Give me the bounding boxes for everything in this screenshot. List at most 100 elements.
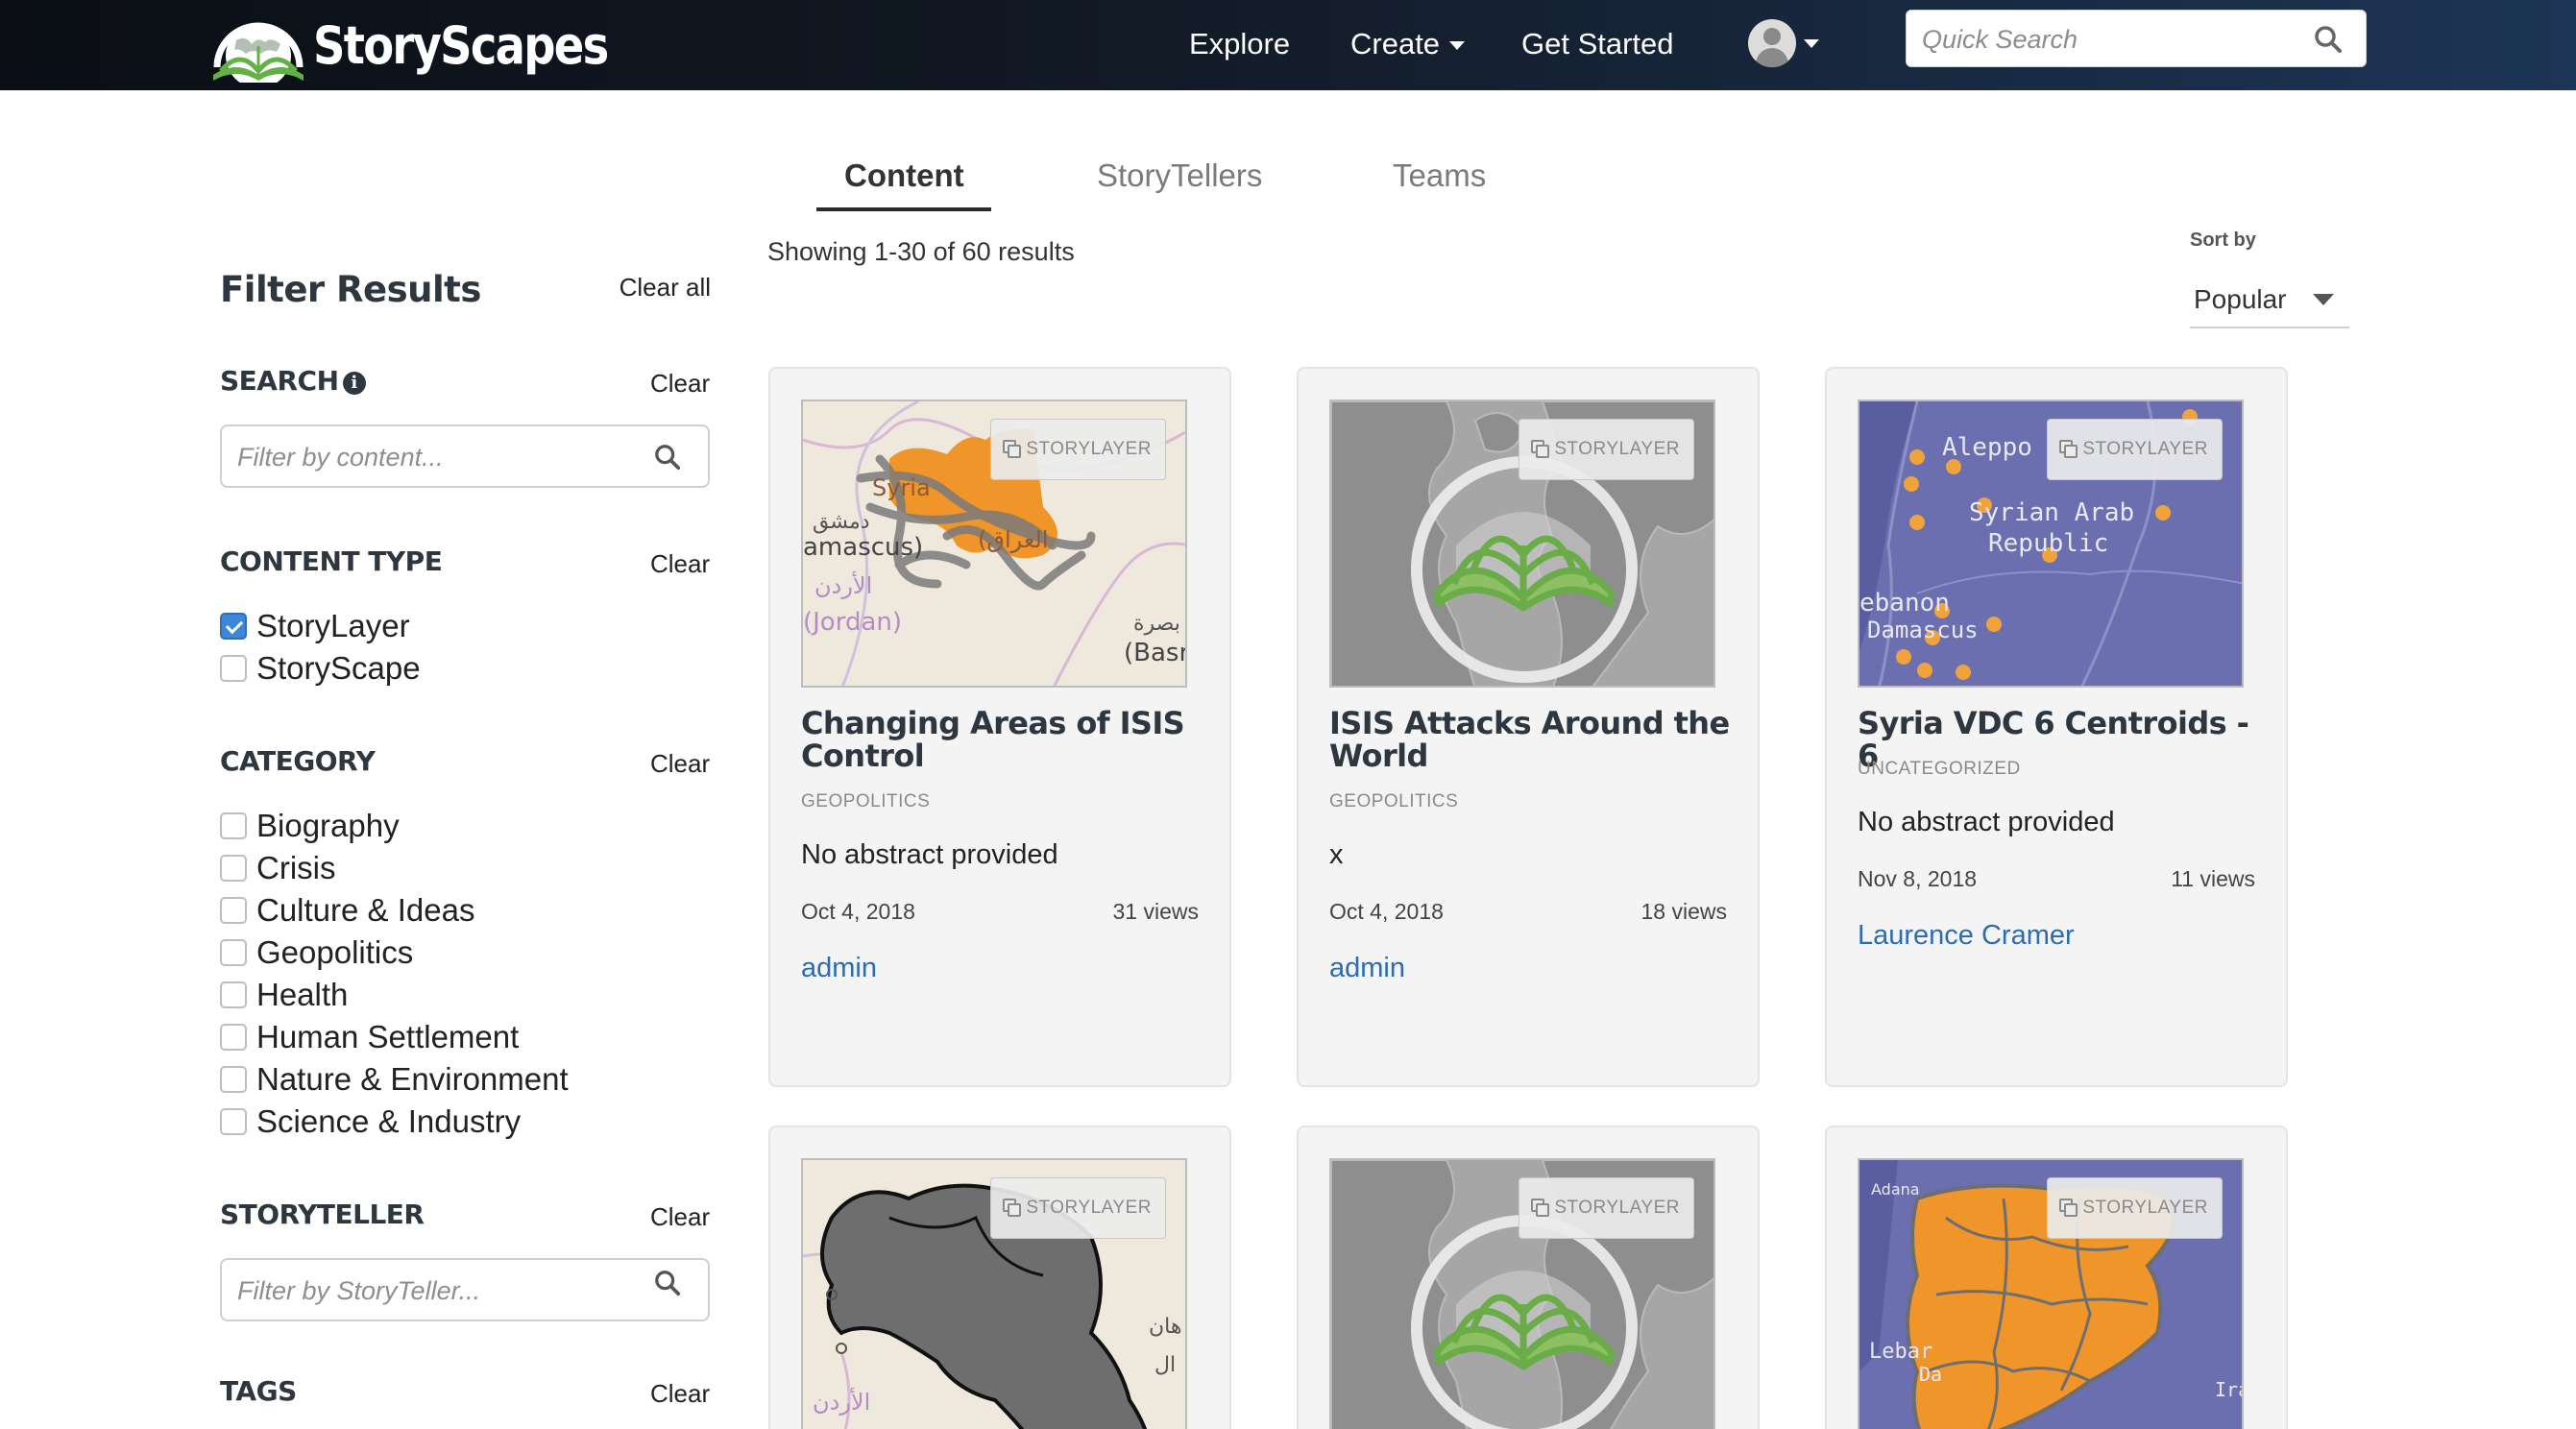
content-card[interactable]: Adana Lebar Da Ira STORYLAYER	[1825, 1126, 2288, 1429]
card-author-link[interactable]: Laurence Cramer	[1858, 920, 2075, 952]
clear-tags-button[interactable]: Clear	[650, 1379, 710, 1409]
storylayer-badge: STORYLAYER	[1519, 419, 1694, 480]
content-card[interactable]: Syria دمشق amascus) (العراق الأردن (Jord…	[768, 367, 1231, 1087]
card-thumbnail[interactable]: الأردن هان ال STORYLAYER	[801, 1158, 1187, 1429]
brand[interactable]: StoryScapes	[207, 6, 655, 85]
card-author-link[interactable]: admin	[1329, 953, 1405, 984]
checkbox-label: Science & Industry	[256, 1103, 522, 1139]
map-label: ebanon	[1859, 589, 1950, 618]
card-category: GEOPOLITICS	[1329, 791, 1459, 811]
storyteller-heading: STORYTELLER	[220, 1199, 425, 1230]
category-science-industry[interactable]: Science & Industry	[220, 1102, 521, 1141]
map-label: Ira	[2215, 1378, 2244, 1401]
badge-label: STORYLAYER	[1026, 439, 1152, 459]
search-heading-label: SEARCH	[220, 365, 339, 397]
checkbox[interactable]	[220, 1066, 247, 1093]
tab-storytellers[interactable]: StoryTellers	[1097, 157, 1262, 194]
clear-storyteller-button[interactable]: Clear	[650, 1202, 710, 1232]
checkbox[interactable]	[220, 855, 247, 882]
content-card[interactable]: Aleppo Syrian Arab Republic ebanon Damas…	[1825, 367, 2288, 1087]
tab-teams[interactable]: Teams	[1393, 157, 1486, 194]
checkbox[interactable]	[220, 812, 247, 839]
checkbox[interactable]	[220, 897, 247, 924]
card-thumbnail[interactable]: Aleppo Syrian Arab Republic ebanon Damas…	[1858, 400, 2244, 688]
map-label: Lebar	[1869, 1340, 1932, 1364]
card-thumbnail[interactable]: Adana Lebar Da Ira STORYLAYER	[1858, 1158, 2244, 1429]
layers-icon	[1003, 1199, 1022, 1218]
checkbox[interactable]	[220, 655, 247, 682]
card-abstract: x	[1329, 839, 1344, 870]
nav-get-started-link[interactable]: Get Started	[1521, 25, 1674, 63]
user-menu[interactable]	[1748, 19, 1819, 67]
card-views: 18 views	[1640, 899, 1727, 924]
search-icon[interactable]	[654, 1270, 681, 1296]
storyteller-filter-input[interactable]	[237, 1272, 631, 1310]
storylayer-badge: STORYLAYER	[2047, 419, 2223, 480]
category-nature-environment[interactable]: Nature & Environment	[220, 1060, 569, 1099]
storylayer-badge: STORYLAYER	[990, 419, 1166, 480]
storyscapes-logo-icon	[213, 22, 304, 83]
category-crisis[interactable]: Crisis	[220, 849, 335, 887]
search-icon[interactable]	[2314, 25, 2343, 54]
card-author-link[interactable]: admin	[801, 953, 877, 984]
content-card[interactable]: STORYLAYER	[1297, 1126, 1760, 1429]
checkbox[interactable]	[220, 1024, 247, 1051]
content-card[interactable]: الأردن هان ال STORYLAYER	[768, 1126, 1231, 1429]
checkbox[interactable]	[220, 981, 247, 1008]
quick-search-input[interactable]	[1922, 20, 2297, 59]
card-title-line: World	[1329, 738, 1428, 774]
checkbox-label: Geopolitics	[256, 934, 414, 970]
card-thumbnail[interactable]: STORYLAYER	[1329, 1158, 1715, 1429]
badge-label: STORYLAYER	[1554, 1198, 1680, 1218]
content-card[interactable]: STORYLAYER ISIS Attacks Around the World …	[1297, 367, 1760, 1087]
badge-label: STORYLAYER	[1026, 1198, 1152, 1218]
layers-icon	[1531, 440, 1550, 459]
map-label: amascus)	[803, 533, 923, 562]
category-geopolitics[interactable]: Geopolitics	[220, 933, 413, 972]
card-thumbnail[interactable]: STORYLAYER	[1329, 400, 1715, 688]
card-thumbnail[interactable]: Syria دمشق amascus) (العراق الأردن (Jord…	[801, 400, 1187, 688]
map-label: (Jordan)	[803, 608, 902, 637]
category-culture-ideas[interactable]: Culture & Ideas	[220, 891, 474, 930]
clear-category-button[interactable]: Clear	[650, 749, 710, 779]
nav-explore-link[interactable]: Explore	[1189, 25, 1290, 63]
storylayer-badge: STORYLAYER	[1519, 1177, 1694, 1239]
badge-label: STORYLAYER	[1554, 439, 1680, 459]
avatar	[1748, 19, 1796, 67]
category-heading: CATEGORY	[220, 745, 376, 777]
card-title-line: Changing Areas of ISIS	[801, 705, 1185, 741]
checkbox[interactable]	[220, 939, 247, 966]
content-type-storyscape[interactable]: StoryScape	[220, 649, 421, 688]
card-abstract: No abstract provided	[1858, 807, 2115, 837]
tab-content[interactable]: Content	[844, 157, 964, 194]
content-filter-input[interactable]	[237, 438, 631, 476]
clear-all-button[interactable]: Clear all	[619, 273, 711, 303]
clear-search-button[interactable]: Clear	[650, 369, 710, 399]
layers-icon	[1003, 440, 1022, 459]
checkbox-checked[interactable]	[220, 613, 247, 640]
checkbox-label: StoryScape	[256, 650, 421, 686]
map-label: هان	[1149, 1315, 1181, 1339]
caret-down-icon	[2313, 294, 2334, 305]
category-biography[interactable]: Biography	[220, 807, 400, 845]
card-date: Nov 8, 2018	[1858, 866, 1978, 891]
quick-search-box	[1906, 10, 2367, 67]
checkbox[interactable]	[220, 1108, 247, 1135]
nav-create-dropdown[interactable]: Create	[1350, 25, 1466, 63]
clear-content-type-button[interactable]: Clear	[650, 549, 710, 579]
map-label: Adana	[1871, 1180, 1920, 1199]
content-type-heading: CONTENT TYPE	[220, 545, 443, 577]
category-human-settlement[interactable]: Human Settlement	[220, 1018, 519, 1056]
search-icon[interactable]	[654, 444, 681, 471]
badge-label: STORYLAYER	[2082, 439, 2208, 459]
card-title-line: ISIS Attacks Around the	[1329, 705, 1730, 741]
card-title-line: Control	[801, 738, 925, 774]
category-health[interactable]: Health	[220, 976, 348, 1014]
map-label: Aleppo	[1942, 433, 2032, 462]
card-title[interactable]: ISIS Attacks Around the World	[1329, 707, 1733, 772]
sort-select[interactable]: Popular	[2190, 277, 2349, 328]
content-type-storylayer[interactable]: StoryLayer	[220, 607, 410, 645]
info-icon[interactable]: i	[342, 372, 366, 395]
card-title[interactable]: Changing Areas of ISIS Control	[801, 707, 1204, 772]
map-label: Republic	[1988, 529, 2108, 558]
